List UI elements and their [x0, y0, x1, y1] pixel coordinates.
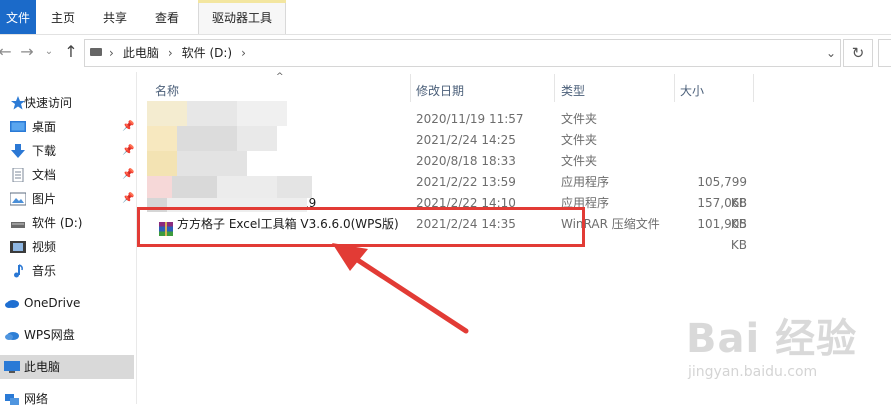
address-bar[interactable]: › 此电脑 › 软件 (D:) › ⌄: [84, 39, 841, 67]
breadcrumb-item[interactable]: 此电脑: [123, 46, 159, 60]
breadcrumb-separator-icon: ›: [167, 46, 173, 60]
sidebar-item-network[interactable]: 网络: [0, 387, 134, 411]
sidebar-item-desktop[interactable]: 桌面 📌: [0, 115, 134, 139]
sidebar-item-this-pc[interactable]: 此电脑: [0, 355, 134, 379]
sidebar-item-videos[interactable]: 视频: [0, 235, 134, 259]
file-size: 101,905 KB: [697, 217, 747, 252]
ribbon-tabs: 文件 主页 共享 查看 驱动器工具: [0, 0, 891, 35]
back-arrow-icon[interactable]: ←: [0, 41, 14, 63]
breadcrumb-separator-icon: ›: [109, 46, 114, 60]
sort-ascending-icon: ^: [276, 72, 284, 82]
file-type: 文件夹: [561, 112, 598, 126]
drive-icon: [90, 48, 102, 56]
chevron-down-icon[interactable]: ⌄: [826, 40, 836, 66]
pin-icon[interactable]: 📌: [122, 193, 134, 205]
sidebar-item-quick-access[interactable]: 快速访问: [0, 91, 134, 115]
breadcrumb-item[interactable]: 软件 (D:): [182, 46, 232, 60]
pin-icon[interactable]: 📌: [122, 121, 134, 133]
tab-home[interactable]: 主页: [46, 0, 80, 34]
pin-icon[interactable]: 📌: [122, 169, 134, 181]
sidebar-item-wps-drive[interactable]: WPS网盘: [0, 323, 134, 347]
watermark-url: jingyan.baidu.com: [688, 364, 818, 380]
column-divider[interactable]: [753, 74, 754, 102]
music-icon: [14, 264, 23, 278]
redacted-file-names: [147, 101, 319, 219]
file-date: 2020/11/19 11:57: [416, 112, 524, 126]
recent-locations-chevron-icon[interactable]: ⌄: [40, 41, 58, 63]
sidebar-item-pictures[interactable]: 图片 📌: [0, 187, 134, 211]
sidebar-item-label: OneDrive: [24, 296, 81, 310]
column-header-size[interactable]: 大小: [680, 80, 704, 102]
column-divider[interactable]: [554, 74, 555, 102]
desktop-icon: [10, 121, 26, 132]
file-type: 文件夹: [561, 154, 598, 168]
sidebar-item-label: 此电脑: [24, 360, 61, 374]
sidebar-item-label: 快速访问: [24, 96, 73, 110]
breadcrumb: › 此电脑 › 软件 (D:) ›: [109, 40, 255, 66]
file-date: 2021/2/22 13:59: [416, 175, 516, 189]
sidebar-item-label: 软件 (D:): [32, 216, 83, 230]
column-header-type[interactable]: 类型: [561, 80, 585, 102]
up-arrow-icon[interactable]: ↑: [62, 41, 80, 63]
tab-view[interactable]: 查看: [150, 0, 184, 34]
file-type: 文件夹: [561, 133, 598, 147]
video-icon: [10, 241, 26, 253]
file-type: 应用程序: [561, 175, 610, 189]
column-header-date[interactable]: 修改日期: [416, 80, 464, 102]
tab-drive-tools[interactable]: 驱动器工具: [198, 0, 286, 34]
tab-share[interactable]: 共享: [98, 0, 132, 34]
sidebar-item-downloads[interactable]: 下载 📌: [0, 139, 134, 163]
search-input[interactable]: [878, 39, 891, 67]
file-date: 2020/8/18 18:33: [416, 154, 516, 168]
annotation-arrow: [332, 243, 469, 334]
sidebar-item-label: 视频: [32, 240, 57, 254]
picture-icon: [10, 192, 26, 206]
sidebar-item-documents[interactable]: 文档 📌: [0, 163, 134, 187]
pin-icon[interactable]: 📌: [122, 145, 134, 157]
column-divider[interactable]: [410, 74, 411, 102]
navigation-bar: ← → ⌄ ↑ › 此电脑 › 软件 (D:) › ⌄: [0, 35, 891, 71]
file-date: 2021/2/24 14:25: [416, 133, 516, 147]
cloud-icon: [5, 300, 19, 308]
sidebar-item-music[interactable]: 音乐: [0, 259, 134, 283]
tab-file[interactable]: 文件: [0, 0, 36, 34]
breadcrumb-separator-icon: ›: [241, 46, 246, 60]
column-divider[interactable]: [674, 74, 675, 102]
contextual-tab-accent: [198, 0, 286, 3]
forward-arrow-icon[interactable]: →: [18, 41, 36, 63]
column-header-name[interactable]: 名称: [155, 80, 179, 102]
cloud-icon: [5, 332, 19, 340]
watermark-brand: Bai 经验: [686, 316, 858, 362]
navigation-pane: 快速访问 桌面 📌 下载 📌 文档 📌 图片 📌 软件 (D:) 视频 音乐 O…: [0, 72, 137, 406]
document-icon: [12, 168, 24, 182]
computer-icon: [4, 361, 20, 373]
sidebar-item-onedrive[interactable]: OneDrive: [0, 291, 134, 315]
sidebar-item-label: 桌面: [32, 120, 57, 134]
sidebar-item-label: 网络: [24, 392, 49, 406]
sidebar-item-label: WPS网盘: [24, 328, 75, 342]
sidebar-item-label: 图片: [32, 192, 57, 206]
download-icon: [11, 144, 25, 158]
sidebar-item-label: 下载: [32, 144, 57, 158]
refresh-icon[interactable]: ↻: [843, 39, 873, 67]
baidu-jingyan-watermark: Bai 经验 jingyan.baidu.com: [676, 306, 886, 396]
sidebar-item-label: 音乐: [32, 264, 57, 278]
drive-icon: [11, 222, 25, 228]
sidebar-item-drive-d[interactable]: 软件 (D:): [0, 211, 134, 235]
sidebar-item-label: 文档: [32, 168, 57, 182]
